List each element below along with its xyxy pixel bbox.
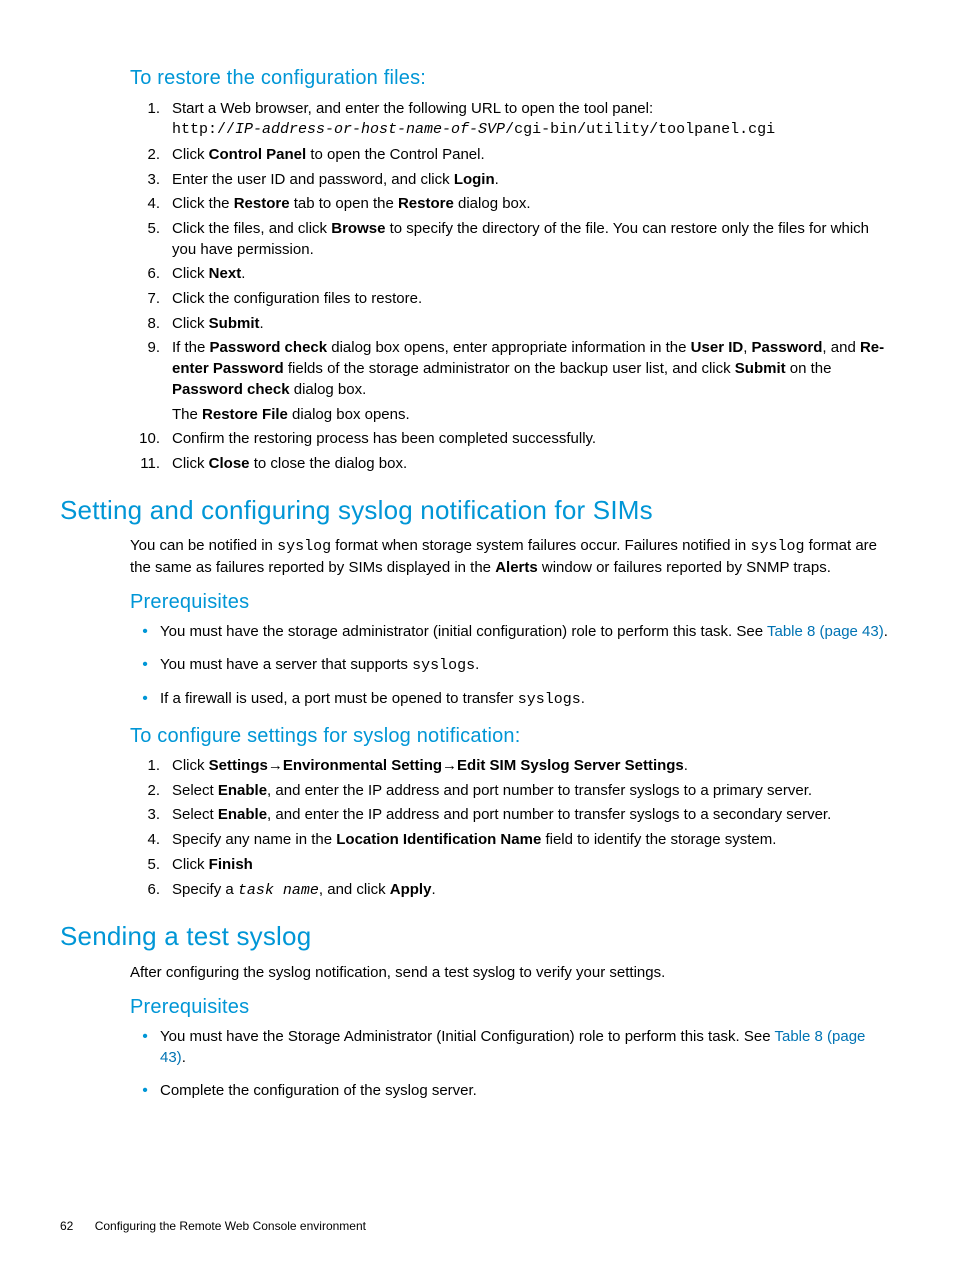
list-item: 5. Click Finish [130, 855, 894, 876]
list-item: 1. Click Settings→Environmental Setting→… [130, 756, 894, 777]
heading-restore: To restore the configuration files: [130, 65, 894, 93]
list-item: • If a firewall is used, a port must be … [130, 689, 894, 711]
list-item: • You must have the Storage Administrato… [130, 1027, 894, 1068]
page-number: 62 [60, 1219, 73, 1233]
restore-steps-list-cont: 10. Confirm the restoring process has be… [60, 429, 894, 474]
list-item: • You must have a server that supports s… [130, 655, 894, 677]
heading-prereq: Prerequisites [130, 994, 894, 1022]
footer-title: Configuring the Remote Web Console envir… [95, 1219, 366, 1233]
step-text: Start a Web browser, and enter the follo… [172, 100, 653, 117]
list-item: 3. Enter the user ID and password, and c… [130, 170, 894, 191]
list-item: • Complete the configuration of the sysl… [130, 1081, 894, 1102]
xref-link[interactable]: Table 8 (page 43) [767, 623, 884, 640]
prereq-list: • You must have the Storage Administrato… [60, 1027, 894, 1101]
page-footer: 62 Configuring the Remote Web Console en… [60, 1218, 366, 1235]
heading-configure: To configure settings for syslog notific… [130, 723, 894, 751]
prereq-list: • You must have the storage administrato… [60, 622, 894, 710]
list-item: 6. Click Next. [130, 264, 894, 285]
configure-steps-list: 1. Click Settings→Environmental Setting→… [60, 756, 894, 901]
list-item: • You must have the storage administrato… [130, 622, 894, 643]
list-item: 8. Click Submit. [130, 314, 894, 335]
list-item: 11. Click Close to close the dialog box. [130, 454, 894, 475]
list-item: 1. Start a Web browser, and enter the fo… [130, 99, 894, 141]
restore-steps-list: 1. Start a Web browser, and enter the fo… [60, 99, 894, 401]
list-item: 4. Click the Restore tab to open the Res… [130, 194, 894, 215]
list-item: 2. Select Enable, and enter the IP addre… [130, 781, 894, 802]
test-intro: After configuring the syslog notificatio… [130, 963, 894, 984]
list-item: 6. Specify a task name, and click Apply. [130, 880, 894, 902]
heading-syslog: Setting and configuring syslog notificat… [60, 493, 894, 529]
list-item: 4. Specify any name in the Location Iden… [130, 830, 894, 851]
url-code: http://IP-address-or-host-name-of-SVP/cg… [172, 121, 775, 138]
step-continuation: The Restore File dialog box opens. [172, 405, 894, 426]
list-item: 9. If the Password check dialog box open… [130, 338, 894, 400]
heading-prereq: Prerequisites [130, 589, 894, 617]
list-item: 5. Click the files, and click Browse to … [130, 219, 894, 260]
syslog-intro: You can be notified in syslog format whe… [130, 536, 894, 578]
list-item: 3. Select Enable, and enter the IP addre… [130, 805, 894, 826]
list-item: 10. Confirm the restoring process has be… [130, 429, 894, 450]
list-item: 7. Click the configuration files to rest… [130, 289, 894, 310]
heading-test-syslog: Sending a test syslog [60, 919, 894, 955]
list-item: 2. Click Control Panel to open the Contr… [130, 145, 894, 166]
